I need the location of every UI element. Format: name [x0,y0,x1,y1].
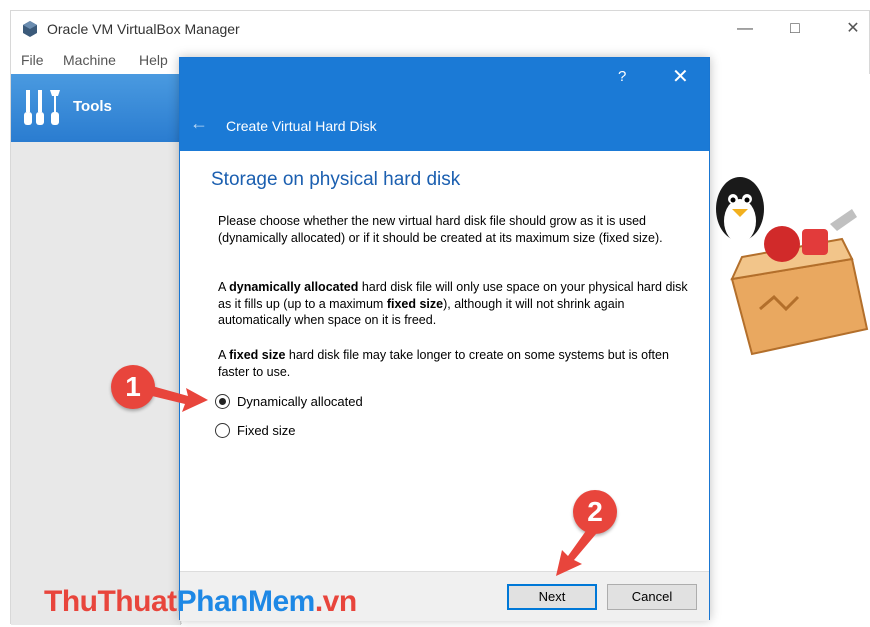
radio-label-fixed-size: Fixed size [237,422,296,438]
watermark-part-2: PhanMem [176,585,316,618]
dialog-title: Create Virtual Hard Disk [226,118,377,134]
window-title: Oracle VM VirtualBox Manager [47,21,240,37]
menu-machine[interactable]: Machine [63,52,116,68]
step-badge-1: 1 [111,365,155,409]
watermark-part-1: ThuThuat [44,585,177,618]
next-button[interactable]: Next [507,584,597,610]
tools-icon [24,90,60,125]
arrow-icon [556,528,596,576]
create-virtual-hard-disk-dialog: ? ✕ ← Create Virtual Hard Disk Storage o… [179,57,710,621]
sidebar-item-tools[interactable]: Tools [11,74,181,142]
fixed-description-paragraph: A fixed size hard disk file may take lon… [218,348,669,379]
help-button[interactable]: ? [618,68,626,85]
radio-button-unchecked[interactable] [215,422,230,438]
back-arrow-icon[interactable]: ← [190,113,208,134]
radio-label-dynamically-allocated: Dynamically allocated [237,393,363,409]
title-bar: Oracle VM VirtualBox Manager — □ ✕ [11,11,869,48]
virtualbox-logo-icon [23,21,37,37]
tux-toolbox-illustration [716,177,869,356]
menu-file[interactable]: File [21,52,44,68]
menu-help[interactable]: Help [139,52,168,68]
section-title: Storage on physical hard disk [211,169,461,190]
radio-button-checked[interactable] [215,393,230,409]
dialog-header: ? ✕ ← Create Virtual Hard Disk [180,58,709,151]
watermark: ThuThuatPhanMem.vn [44,585,357,619]
dynamic-description-paragraph: A dynamically allocated hard disk file w… [218,280,688,327]
tools-label: Tools [73,98,112,115]
cancel-button[interactable]: Cancel [607,584,697,610]
sidebar: Tools [11,74,181,625]
radio-dynamically-allocated[interactable]: Dynamically allocated [215,391,363,411]
intro-paragraph: Please choose whether the new virtual ha… [218,214,663,245]
radio-fixed-size[interactable]: Fixed size [215,420,296,440]
dialog-body: Storage on physical hard disk Please cho… [180,151,709,571]
maximize-icon[interactable]: □ [783,17,807,41]
arrow-icon [152,386,208,412]
minimize-icon[interactable]: — [733,17,757,41]
close-icon[interactable]: ✕ [841,17,865,41]
watermark-part-3: .vn [314,585,357,618]
dialog-close-icon[interactable]: ✕ [672,64,689,89]
